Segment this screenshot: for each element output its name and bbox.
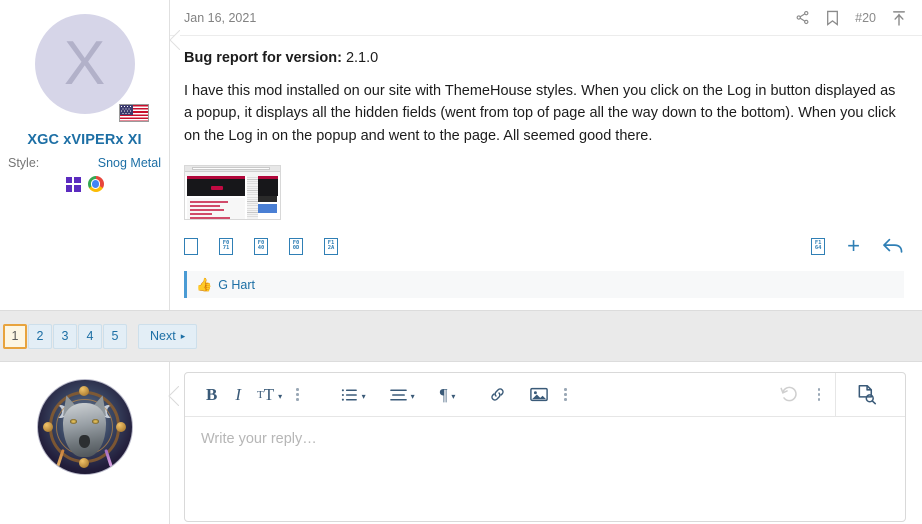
- attachment-thumbnail-image: [185, 166, 280, 220]
- bug-report-version: 2.1.0: [345, 50, 379, 66]
- italic-button[interactable]: I: [226, 380, 250, 410]
- at-mention-icon[interactable]: F0 40: [254, 237, 268, 255]
- rich-text-editor: B I T T ▾ ▾ ▾ ¶ ▾ Write your reply…: [184, 372, 906, 522]
- share-icon[interactable]: [795, 10, 810, 25]
- times-icon[interactable]: F0 0D: [289, 237, 303, 255]
- comments-icon[interactable]: F1 2A: [324, 237, 338, 255]
- bubble-arrow-icon: [169, 30, 180, 50]
- bug-report-label: Bug report for version:: [184, 50, 342, 66]
- checkbox-icon[interactable]: [184, 237, 198, 255]
- font-size-button[interactable]: T T ▾: [250, 380, 285, 410]
- reaction-names[interactable]: G Hart: [218, 278, 255, 292]
- chevron-right-icon: ▸: [180, 330, 186, 341]
- post-author-column: X XGC xVIPERx XI Style: Snog Metal: [0, 0, 170, 310]
- pagination-band: 1 2 3 4 5 Next ▸: [0, 310, 922, 362]
- post-body-text: I have this mod installed on our site wi…: [184, 83, 896, 144]
- warning-icon[interactable]: F0 71: [219, 237, 233, 255]
- reply-composer: B I T T ▾ ▾ ▾ ¶ ▾ Write your reply…: [0, 362, 922, 524]
- chrome-icon: [87, 176, 104, 192]
- post-action-row: F0 71 F0 40 F0 0D F1 2A F1 64 +: [170, 229, 922, 257]
- reply-text-area[interactable]: Write your reply…: [185, 417, 905, 461]
- post-date[interactable]: Jan 16, 2021: [184, 11, 256, 25]
- like-icon[interactable]: F1 64: [811, 237, 826, 255]
- composer-editor-column: B I T T ▾ ▾ ▾ ¶ ▾ Write your reply…: [168, 362, 922, 524]
- bookmark-icon[interactable]: [826, 10, 839, 26]
- style-value[interactable]: Snog Metal: [98, 156, 161, 170]
- us-flag-badge-icon: [118, 104, 149, 122]
- avatar-wrapper[interactable]: X: [34, 14, 149, 122]
- reaction-bar[interactable]: 👍 G Hart: [184, 271, 904, 299]
- text-align-button[interactable]: ▾: [385, 380, 420, 410]
- attachment-thumbnail[interactable]: [184, 165, 281, 221]
- page-button-3[interactable]: 3: [53, 323, 77, 349]
- author-os-icons: [65, 176, 104, 192]
- thumbs-up-emoji-icon: 👍: [196, 276, 213, 292]
- more-insert-options-icon[interactable]: [553, 388, 578, 401]
- page-button-2[interactable]: 2: [28, 323, 52, 349]
- post-content: Bug report for version: 2.1.0 I have thi…: [170, 36, 922, 221]
- reply-icon[interactable]: [882, 237, 904, 255]
- author-username[interactable]: XGC xVIPERx XI: [27, 132, 141, 148]
- page-button-5[interactable]: 5: [103, 323, 127, 349]
- bold-button[interactable]: B: [197, 380, 226, 410]
- more-text-options-icon[interactable]: [285, 388, 310, 401]
- style-label: Style:: [8, 156, 40, 170]
- page-button-4[interactable]: 4: [78, 323, 102, 349]
- next-page-button[interactable]: Next ▸: [138, 323, 198, 349]
- bug-report-line: Bug report for version: 2.1.0: [184, 50, 902, 66]
- author-style-row: Style: Snog Metal: [0, 156, 169, 170]
- plus-icon[interactable]: +: [847, 235, 860, 257]
- windows-icon: [65, 176, 81, 192]
- composer-bubble-arrow-icon: [168, 386, 179, 406]
- editor-toolbar: B I T T ▾ ▾ ▾ ¶ ▾: [185, 373, 905, 417]
- next-page-label: Next: [150, 329, 176, 343]
- composer-author-column: [0, 362, 170, 524]
- post-number[interactable]: #20: [855, 11, 876, 25]
- paragraph-glyph: ¶: [439, 384, 448, 404]
- editor-more-options-icon[interactable]: [807, 388, 832, 401]
- pagination: 1 2 3 4 5 Next ▸: [3, 323, 198, 349]
- forum-thread-page: X XGC xVIPERx XI Style: Snog Metal Jan 1…: [0, 0, 922, 524]
- jump-to-top-icon[interactable]: [892, 10, 906, 26]
- image-button[interactable]: [525, 380, 553, 410]
- undo-icon[interactable]: [772, 386, 807, 403]
- wolf-dreamcatcher-avatar[interactable]: [36, 379, 133, 475]
- page-button-1[interactable]: 1: [3, 323, 27, 349]
- font-size-small-glyph: T: [257, 388, 264, 401]
- preview-button[interactable]: [835, 373, 897, 417]
- avatar[interactable]: X: [34, 14, 135, 114]
- font-size-large-glyph: T: [263, 384, 275, 404]
- post-container: X XGC xVIPERx XI Style: Snog Metal Jan 1…: [0, 0, 922, 310]
- unordered-list-button[interactable]: ▾: [336, 380, 371, 410]
- paragraph-button[interactable]: ¶ ▾: [434, 380, 459, 410]
- link-button[interactable]: [484, 380, 511, 410]
- post-header: Jan 16, 2021 #20: [170, 0, 922, 36]
- post-message-column: Jan 16, 2021 #20 Bug report for version:…: [169, 0, 922, 310]
